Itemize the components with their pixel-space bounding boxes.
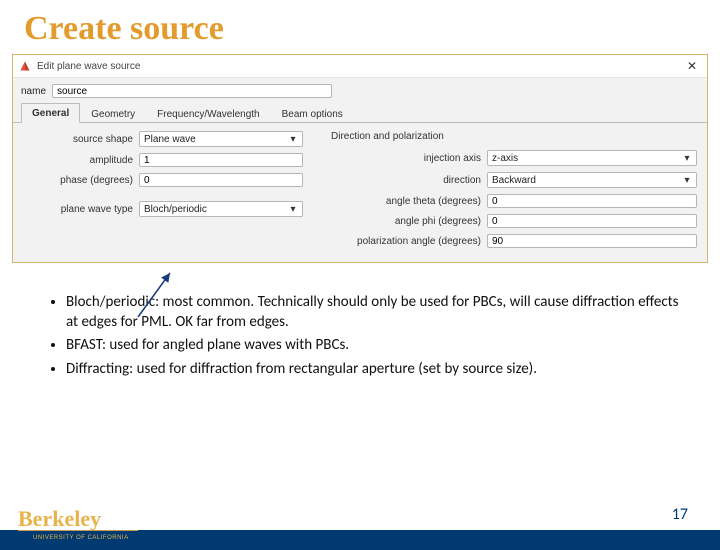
app-icon bbox=[19, 60, 31, 72]
slide-title: Create source bbox=[24, 10, 720, 48]
tab-beam-options[interactable]: Beam options bbox=[271, 104, 354, 123]
name-input[interactable] bbox=[52, 84, 332, 98]
amplitude-input[interactable] bbox=[139, 153, 303, 167]
phase-input[interactable] bbox=[139, 173, 303, 187]
note-bloch-periodic: Bloch/periodic: most common. Technically… bbox=[66, 293, 680, 332]
phase-label: phase (degrees) bbox=[23, 175, 133, 186]
polarization-angle-input[interactable] bbox=[487, 234, 697, 248]
angle-theta-input[interactable] bbox=[487, 194, 697, 208]
chevron-down-icon: ▾ bbox=[286, 204, 300, 215]
injection-axis-select[interactable]: z-axis ▾ bbox=[487, 150, 697, 166]
direction-value: Backward bbox=[492, 175, 680, 186]
polarization-angle-label: polarization angle (degrees) bbox=[331, 236, 481, 247]
name-label: name bbox=[21, 86, 46, 97]
notes: Bloch/periodic: most common. Technically… bbox=[48, 293, 680, 379]
injection-axis-label: injection axis bbox=[331, 153, 481, 164]
tab-frequency-wavelength[interactable]: Frequency/Wavelength bbox=[146, 104, 270, 123]
titlebar: Edit plane wave source ✕ bbox=[13, 55, 707, 78]
note-diffracting: Diffracting: used for diffraction from r… bbox=[66, 360, 680, 380]
tab-general[interactable]: General bbox=[21, 103, 80, 123]
direction-select[interactable]: Backward ▾ bbox=[487, 172, 697, 188]
name-row: name bbox=[13, 78, 707, 102]
footer: 17 Berkeley UNIVERSITY OF CALIFORNIA bbox=[0, 500, 720, 550]
source-shape-label: source shape bbox=[23, 134, 133, 145]
note-bfast: BFAST: used for angled plane waves with … bbox=[66, 336, 680, 356]
right-column: Direction and polarization injection axi… bbox=[331, 131, 697, 248]
left-column: source shape Plane wave ▾ amplitude phas… bbox=[23, 131, 303, 248]
berkeley-logo: Berkeley UNIVERSITY OF CALIFORNIA bbox=[18, 506, 148, 542]
angle-phi-label: angle phi (degrees) bbox=[331, 216, 481, 227]
amplitude-label: amplitude bbox=[23, 155, 133, 166]
plane-wave-type-select[interactable]: Bloch/periodic ▾ bbox=[139, 201, 303, 217]
close-button[interactable]: ✕ bbox=[683, 60, 701, 72]
page-number: 17 bbox=[672, 505, 688, 524]
berkeley-wordmark: Berkeley bbox=[18, 506, 101, 531]
source-shape-value: Plane wave bbox=[144, 134, 286, 145]
panel-body: source shape Plane wave ▾ amplitude phas… bbox=[13, 123, 707, 262]
tabs: General Geometry Frequency/Wavelength Be… bbox=[13, 102, 707, 123]
tab-geometry[interactable]: Geometry bbox=[80, 104, 146, 123]
angle-theta-label: angle theta (degrees) bbox=[331, 196, 481, 207]
direction-label: direction bbox=[331, 175, 481, 186]
chevron-down-icon: ▾ bbox=[286, 134, 300, 145]
source-shape-select[interactable]: Plane wave ▾ bbox=[139, 131, 303, 147]
chevron-down-icon: ▾ bbox=[680, 153, 694, 164]
injection-axis-value: z-axis bbox=[492, 153, 680, 164]
chevron-down-icon: ▾ bbox=[680, 175, 694, 186]
plane-wave-type-value: Bloch/periodic bbox=[144, 204, 286, 215]
berkeley-subtext: UNIVERSITY OF CALIFORNIA bbox=[33, 535, 129, 541]
direction-polarization-heading: Direction and polarization bbox=[331, 131, 697, 142]
app-window: Edit plane wave source ✕ name General Ge… bbox=[12, 54, 708, 263]
plane-wave-type-label: plane wave type bbox=[23, 204, 133, 215]
window-title: Edit plane wave source bbox=[37, 61, 140, 72]
angle-phi-input[interactable] bbox=[487, 214, 697, 228]
